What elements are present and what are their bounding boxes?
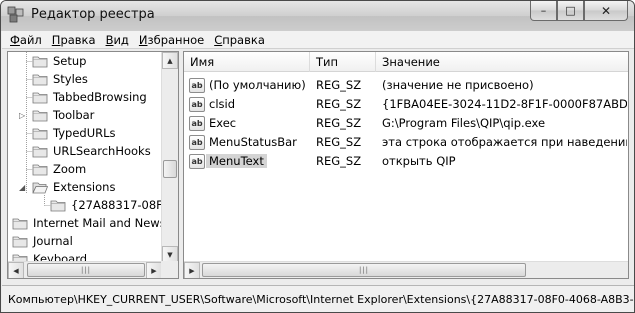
value-name: (По умолчанию) (209, 78, 306, 92)
collapse-arrow-icon[interactable]: ◢ (19, 183, 25, 192)
folder-icon (32, 128, 48, 140)
tree-horizontal-scroll-thumb[interactable]: ||| (27, 263, 145, 277)
tree-item-extensions[interactable]: Extensions (32, 178, 115, 196)
minimize-button[interactable]: – (530, 1, 557, 21)
value-type: REG_SZ (316, 78, 362, 92)
menu-view[interactable]: Вид (106, 33, 129, 47)
folder-icon (50, 200, 66, 212)
value-row[interactable]: ab MenuStatusBar REG_SZ эта строка отобр… (184, 133, 628, 152)
value-name: Exec (209, 116, 237, 130)
scroll-up-arrow-icon[interactable]: ▲ (162, 52, 178, 69)
open-folder-icon (32, 182, 48, 194)
value-data: (значение не присвоено) (382, 78, 534, 92)
menu-file[interactable]: Файл (10, 33, 42, 47)
tree-horizontal-scrollbar[interactable]: ◀ ||| ▶ (8, 261, 163, 278)
folder-icon (32, 110, 48, 122)
scroll-left-arrow-icon[interactable]: ◀ (8, 262, 24, 278)
value-data: {1FBA04EE-3024-11D2-8F1F-0000F87ABD16} (382, 97, 627, 111)
registry-editor-window: Редактор реестра – □ ✕ Файл Правка Вид И… (0, 0, 635, 313)
tree-item-extension-guid[interactable]: {27A88317-08F0-4 (50, 196, 163, 214)
column-header-name[interactable]: Имя (184, 52, 310, 72)
status-bar: Компьютер\HKEY_CURRENT_USER\Software\Mic… (2, 285, 634, 312)
menu-help[interactable]: Справка (214, 33, 265, 47)
tree-item-internet-mail-and-news[interactable]: Internet Mail and News (12, 214, 163, 232)
menu-bar: Файл Правка Вид Избранное Справка (2, 31, 634, 49)
registry-tree[interactable]: Setup Styles TabbedBrowsing ▷ Toolbar Ty… (7, 51, 179, 279)
regedit-app-icon (7, 6, 24, 23)
value-type: REG_SZ (316, 154, 362, 168)
string-value-icon: ab (189, 78, 205, 93)
scroll-corner (161, 261, 178, 278)
expand-arrow-icon[interactable]: ▷ (19, 111, 25, 120)
value-type: REG_SZ (316, 97, 362, 111)
folder-icon (32, 92, 48, 104)
tree-vertical-scrollbar[interactable]: ▲ ▼ (161, 52, 178, 263)
folder-icon (32, 146, 48, 158)
string-value-icon: ab (189, 97, 205, 112)
registry-values-list[interactable]: Имя Тип Значение ab (По умолчанию) REG_S… (183, 51, 629, 279)
string-value-icon: ab (189, 154, 205, 169)
title-bar: Редактор реестра – □ ✕ (1, 1, 634, 31)
folder-icon (12, 218, 28, 230)
string-value-icon: ab (189, 116, 205, 131)
value-row[interactable]: ab clsid REG_SZ {1FBA04EE-3024-11D2-8F1F… (184, 95, 628, 114)
list-horizontal-scrollbar[interactable]: ◀ ||| ▶ (184, 261, 628, 278)
column-header-value[interactable]: Значение (376, 52, 628, 72)
tree-item-styles[interactable]: Styles (32, 70, 88, 88)
string-value-icon: ab (189, 135, 205, 150)
value-row[interactable]: ab (По умолчанию) REG_SZ (значение не пр… (184, 76, 628, 95)
close-button[interactable]: ✕ (584, 1, 628, 21)
value-row-selected[interactable]: ab MenuText REG_SZ открыть QIP (184, 152, 628, 171)
value-type: REG_SZ (316, 116, 362, 130)
folder-icon (32, 74, 48, 86)
value-name: clsid (209, 97, 236, 111)
value-name: MenuStatusBar (209, 135, 297, 149)
window-controls: – □ ✕ (530, 1, 628, 21)
tree-vertical-scroll-thumb[interactable] (163, 160, 177, 178)
folder-icon (32, 164, 48, 176)
tree-item-toolbar[interactable]: Toolbar (32, 106, 94, 124)
value-row[interactable]: ab Exec REG_SZ G:\Program Files\QIP\qip.… (184, 114, 628, 133)
list-horizontal-scroll-thumb[interactable]: ||| (202, 263, 526, 277)
tree-item-zoom[interactable]: Zoom (32, 160, 86, 178)
tree-item-urlsearchhooks[interactable]: URLSearchHooks (32, 142, 151, 160)
tree-list: Setup Styles TabbedBrowsing ▷ Toolbar Ty… (8, 52, 163, 263)
tree-item-journal[interactable]: Journal (12, 232, 73, 250)
value-data: G:\Program Files\QIP\qip.exe (382, 116, 546, 130)
column-header-type[interactable]: Тип (310, 52, 376, 72)
value-type: REG_SZ (316, 135, 362, 149)
maximize-button[interactable]: □ (557, 1, 584, 21)
scroll-right-arrow-icon[interactable]: ▶ (146, 262, 162, 278)
status-path: Компьютер\HKEY_CURRENT_USER\Software\Mic… (8, 293, 634, 306)
folder-icon (32, 56, 48, 68)
value-data: эта строка отображается при наведении (382, 135, 627, 149)
list-header: Имя Тип Значение (184, 52, 628, 72)
tree-item-typedurls[interactable]: TypedURLs (32, 124, 116, 142)
folder-icon (12, 236, 28, 248)
value-name: MenuText (206, 154, 267, 168)
window-title: Редактор реестра (31, 7, 155, 22)
tree-item-tabbedbrowsing[interactable]: TabbedBrowsing (32, 88, 147, 106)
value-data: открыть QIP (382, 154, 456, 168)
tree-item-setup[interactable]: Setup (32, 52, 86, 70)
menu-edit[interactable]: Правка (52, 33, 96, 47)
scroll-right-arrow-icon[interactable]: ▶ (184, 262, 200, 278)
menu-favorites[interactable]: Избранное (139, 33, 204, 47)
